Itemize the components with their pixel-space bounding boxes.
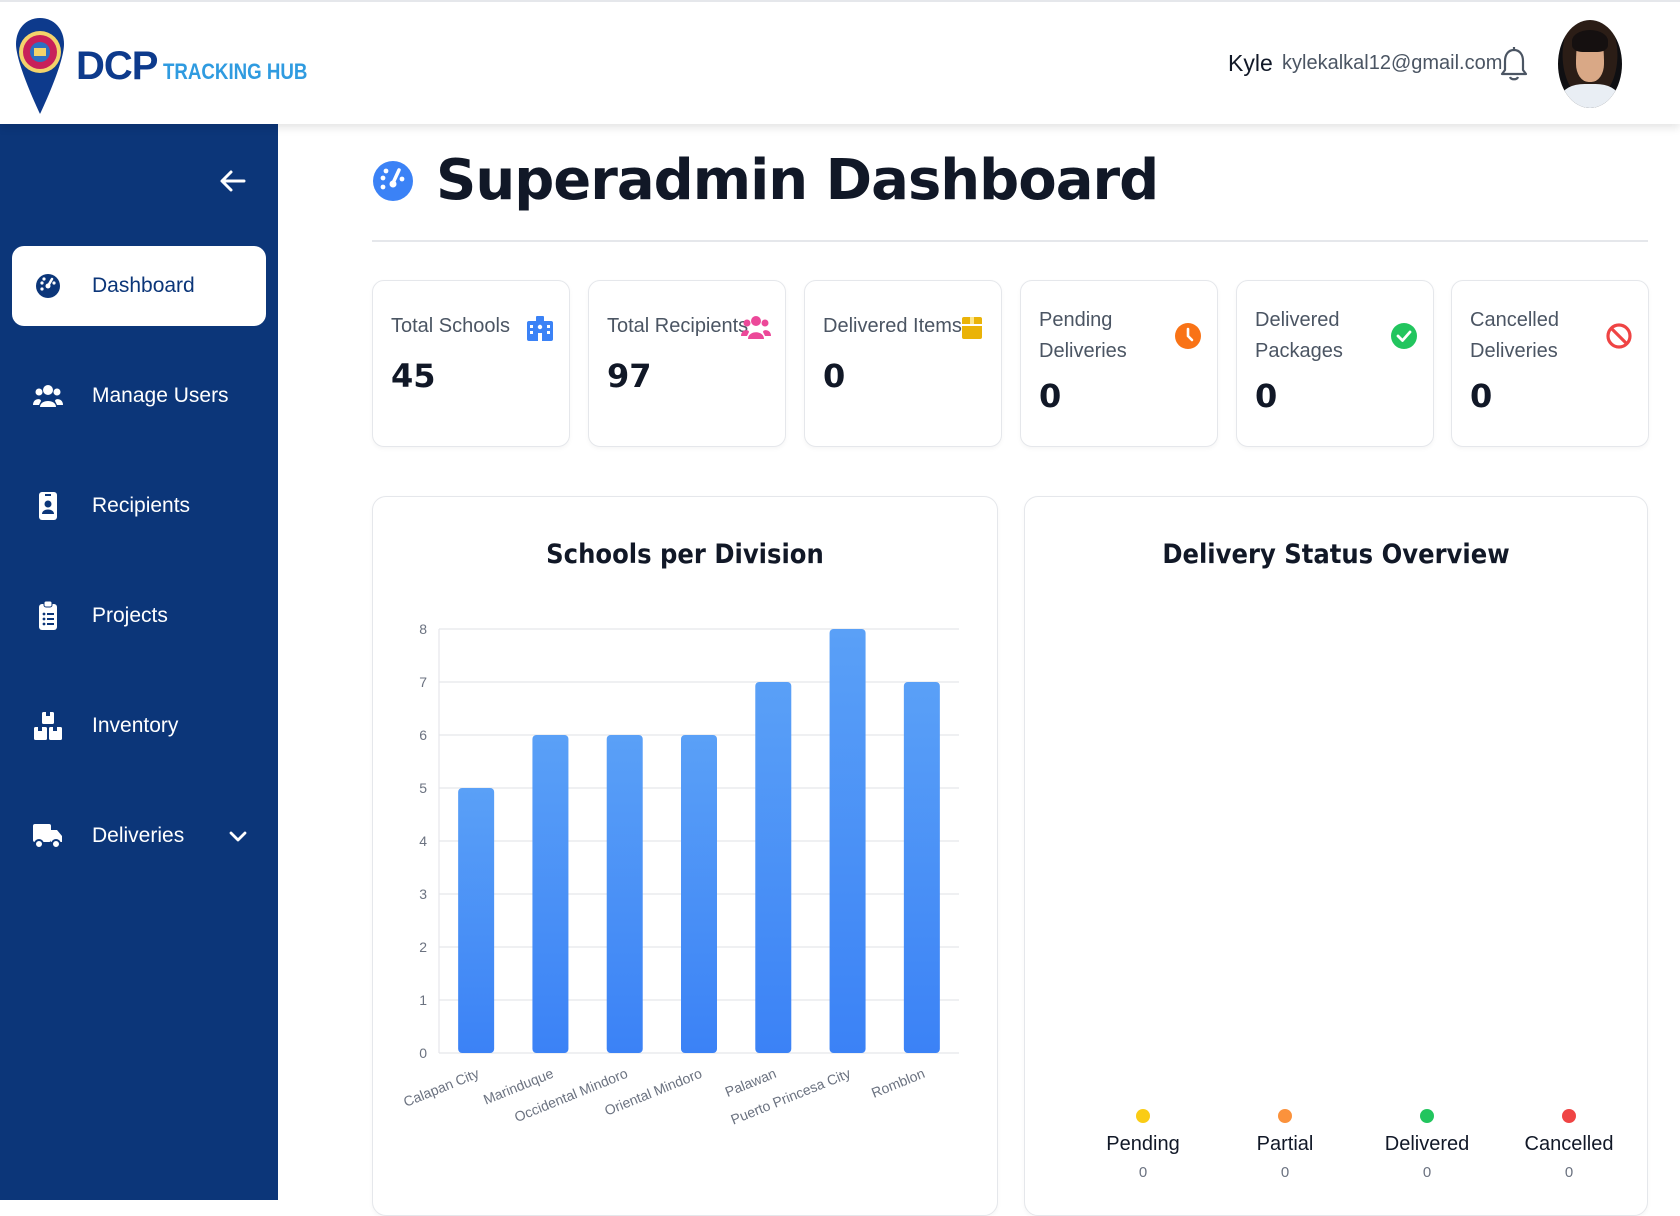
stat-label: Total Schools — [391, 315, 510, 337]
sidebar-item-label: Deliveries — [92, 824, 185, 847]
stat-value: 0 — [1255, 377, 1278, 415]
chart-title: Delivery Status Overview — [1162, 539, 1510, 570]
stat-value: 45 — [391, 357, 436, 395]
sidebar-item-dashboard[interactable]: Dashboard — [12, 246, 266, 326]
location-pin-logo-icon — [16, 18, 64, 114]
stat-label: Delivered Items — [823, 315, 962, 337]
sidebar-item-manage-users[interactable]: Manage Users — [12, 356, 266, 436]
legend-count: 0 — [1422, 1164, 1432, 1181]
x-tick-label: Palawan — [723, 1065, 779, 1100]
page-header: Superadmin Dashboard — [372, 148, 1159, 213]
clipboard-list-icon — [30, 598, 66, 634]
top-header: DCP TRACKING HUB Kyle kylekalkal12@gmail… — [0, 0, 1680, 124]
y-tick-label: 3 — [419, 886, 427, 902]
legend-item-delivered[interactable]: Delivered 0 — [1367, 1109, 1487, 1181]
divider — [372, 240, 1648, 242]
sidebar-item-label: Inventory — [92, 714, 179, 737]
sidebar-item-inventory[interactable]: Inventory — [12, 686, 266, 766]
y-tick-label: 0 — [419, 1045, 427, 1061]
ban-icon — [1606, 323, 1632, 349]
sidebar-item-label: Recipients — [92, 494, 191, 517]
schools-per-division-chart: 012345678Calapan City MarinduqueOccidenta… — [401, 621, 959, 1128]
bar — [458, 788, 495, 1053]
id-badge-icon — [30, 488, 66, 524]
boxes-icon — [30, 708, 66, 744]
brand-tagline: TRACKING HUB — [163, 58, 308, 84]
sidebar: Dashboard Manage Users Recipients Projec… — [0, 124, 278, 1200]
legend-label: Cancelled — [1524, 1133, 1614, 1155]
users-icon — [30, 378, 66, 414]
stat-label: Delivered Packages — [1255, 309, 1343, 362]
check-circle-icon — [1391, 323, 1417, 349]
y-tick-label: 6 — [419, 727, 427, 743]
y-tick-label: 8 — [419, 621, 427, 637]
gauge-icon — [30, 268, 66, 304]
legend-label: Delivered — [1384, 1133, 1470, 1155]
stat-label: Cancelled Deliveries — [1470, 309, 1559, 362]
brand-logo[interactable]: DCP TRACKING HUB — [14, 16, 333, 116]
sidebar-item-projects[interactable]: Projects — [12, 576, 266, 656]
legend-count: 0 — [1280, 1164, 1290, 1181]
truck-icon — [30, 818, 66, 854]
school-icon — [527, 316, 553, 341]
gauge-icon — [373, 160, 413, 201]
stat-value: 0 — [823, 357, 846, 395]
stat-label: Pending Deliveries — [1039, 309, 1127, 362]
y-tick-label: 7 — [419, 674, 427, 690]
stat-card-total-recipients[interactable]: Total Recipients 97 — [588, 280, 786, 447]
bar — [532, 735, 569, 1053]
sidebar-item-label: Manage Users — [92, 384, 229, 407]
legend-dot — [1420, 1109, 1434, 1123]
legend-count: 0 — [1138, 1164, 1148, 1181]
user-name: Kyle — [1228, 50, 1273, 76]
legend-item-partial[interactable]: Partial 0 — [1225, 1109, 1345, 1181]
box-icon — [962, 317, 982, 339]
sidebar-item-label: Dashboard — [92, 274, 195, 297]
stat-card-delivered-items[interactable]: Delivered Items 0 — [804, 280, 1002, 447]
chevron-down-icon[interactable] — [228, 826, 248, 846]
x-tick-label: Calapan City — [401, 1065, 481, 1110]
schools-per-division-panel: Schools per Division 0 1 2 3 4 5 6 7 8 Calapan Ci… — [372, 496, 998, 1216]
legend-dot — [1562, 1109, 1576, 1123]
clock-icon — [1175, 323, 1201, 349]
stat-value: 0 — [1039, 377, 1062, 415]
brand-name: DCP — [76, 43, 158, 88]
legend-count: 0 — [1564, 1164, 1574, 1181]
stat-label: Total Recipients — [607, 315, 749, 337]
sidebar-item-recipients[interactable]: Recipients — [12, 466, 266, 546]
bar — [681, 735, 717, 1053]
y-tick-label: 2 — [419, 939, 427, 955]
user-avatar[interactable] — [1558, 20, 1622, 108]
legend-dot — [1136, 1109, 1150, 1123]
legend-item-cancelled[interactable]: Cancelled 0 — [1509, 1109, 1629, 1181]
stat-card-total-schools[interactable]: Total Schools 45 — [372, 280, 570, 447]
users-icon — [741, 316, 771, 339]
legend-label: Pending — [1106, 1133, 1180, 1155]
x-tick-label: Romblon — [869, 1065, 927, 1101]
y-tick-label: 1 — [419, 992, 427, 1008]
delivery-status-panel: Delivery Status Overview Pending 0 Parti… — [1024, 496, 1648, 1216]
bell-icon[interactable] — [1500, 46, 1528, 82]
stat-card-pending-deliveries[interactable]: Pending Deliveries 0 — [1020, 280, 1218, 447]
legend-label: Partial — [1256, 1133, 1314, 1155]
user-email: kylekalkal12@gmail.com — [1282, 52, 1503, 74]
page-title: Superadmin Dashboard — [436, 148, 1159, 213]
bar — [755, 682, 792, 1053]
legend-item-pending[interactable]: Pending 0 — [1083, 1109, 1203, 1181]
y-tick-label: 4 — [419, 833, 427, 849]
stat-card-delivered-packages[interactable]: Delivered Packages 0 — [1236, 280, 1434, 447]
stat-value: 0 — [1470, 377, 1493, 415]
sidebar-item-deliveries[interactable]: Deliveries — [12, 796, 266, 876]
stat-card-cancelled-deliveries[interactable]: Cancelled Deliveries 0 — [1451, 280, 1649, 447]
bar — [829, 629, 866, 1053]
sidebar-item-label: Projects — [92, 604, 168, 627]
arrow-left-icon[interactable] — [218, 166, 248, 196]
stat-value: 97 — [607, 357, 652, 395]
bar — [606, 735, 643, 1053]
legend-dot — [1278, 1109, 1292, 1123]
y-tick-label: 5 — [419, 780, 427, 796]
bar — [903, 682, 940, 1053]
